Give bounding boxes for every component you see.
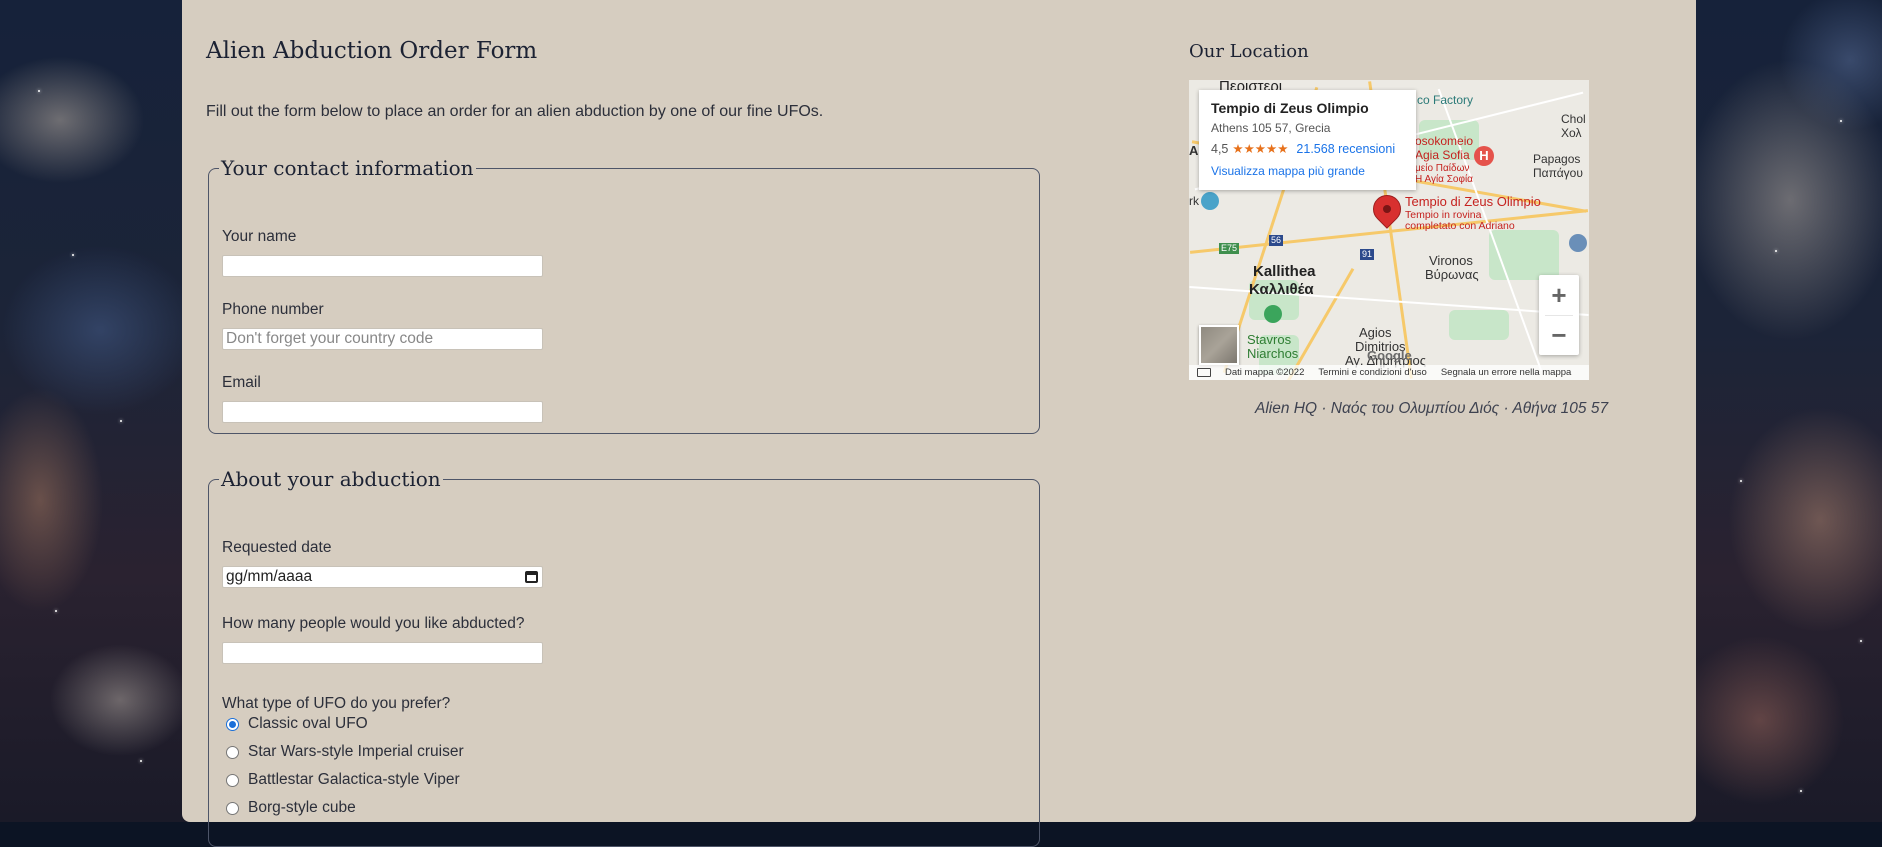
date-value: gg/mm/aaaa <box>226 568 313 585</box>
email-input[interactable] <box>222 401 543 423</box>
intro-text: Fill out the form below to place an orde… <box>206 103 824 120</box>
contact-fieldset: Your contact information Your name Phone… <box>208 156 1040 434</box>
map-label: Papagos <box>1533 152 1581 166</box>
map-label: Tempio di Zeus Olimpio <box>1405 194 1541 209</box>
phone-input[interactable]: Don't forget your country code <box>222 328 543 350</box>
map-label: co Factory <box>1417 93 1474 107</box>
map-label: Chol <box>1561 112 1586 126</box>
ufo-option-label: Battlestar Galactica-style Viper <box>248 771 460 788</box>
star <box>1775 250 1777 252</box>
star <box>38 90 40 92</box>
ufo-option-label: Borg-style cube <box>248 799 356 816</box>
star <box>55 610 57 612</box>
map-marker-icon[interactable] <box>1367 189 1407 229</box>
ufo-option-label: Classic oval UFO <box>248 715 368 732</box>
map-label: Agios <box>1359 325 1392 340</box>
abduction-legend: About your abduction <box>221 467 441 491</box>
name-input[interactable] <box>222 255 543 277</box>
map-label: osokomeio <box>1415 134 1474 148</box>
terms-link[interactable]: Termini e condizioni d'uso <box>1318 367 1426 378</box>
star <box>120 420 122 422</box>
name-label: Your name <box>222 228 297 245</box>
star <box>1840 120 1842 122</box>
contact-legend: Your contact information <box>221 156 474 180</box>
address-caption: Alien HQ · Ναός του Ολυμπίου Διός · Αθήν… <box>1255 400 1609 417</box>
zoom-in-button[interactable]: + <box>1539 275 1579 315</box>
ufo-option-label: Star Wars-style Imperial cruiser <box>248 743 464 760</box>
phone-label: Phone number <box>222 301 324 318</box>
ufo-option-borg[interactable]: Borg-style cube <box>226 799 356 817</box>
star <box>72 254 74 256</box>
page-title: Alien Abduction Order Form <box>206 38 538 64</box>
star <box>140 760 142 762</box>
map-label: A <box>1189 143 1199 158</box>
map-label: Χολ <box>1561 126 1582 140</box>
poi-icon <box>1569 234 1587 252</box>
map-label: Καλλιθέα <box>1249 281 1314 298</box>
date-label: Requested date <box>222 539 332 556</box>
map-label: rk <box>1189 194 1199 208</box>
ufo-option-classic[interactable]: Classic oval UFO <box>226 715 368 733</box>
ufo-option-imperial[interactable]: Star Wars-style Imperial cruiser <box>226 743 464 761</box>
map-park <box>1449 310 1509 340</box>
map-label: completato con Adriano <box>1405 220 1515 232</box>
map-label: Niarchos <box>1247 346 1299 361</box>
zoom-divider <box>1545 315 1573 316</box>
map-label: Παπάγου <box>1533 166 1583 180</box>
satellite-toggle-thumbnail[interactable] <box>1199 325 1239 365</box>
calendar-icon[interactable] <box>525 571 538 583</box>
star <box>1800 790 1802 792</box>
star <box>1860 640 1862 642</box>
map-label: Vironos <box>1429 253 1473 268</box>
people-input[interactable] <box>222 642 543 664</box>
map-label: Βύρωνας <box>1425 267 1479 282</box>
map-info-card: Tempio di Zeus Olimpio Athens 105 57, Gr… <box>1199 90 1416 190</box>
map-road-shield: 56 <box>1269 235 1284 246</box>
map-road-shield: E75 <box>1219 243 1240 254</box>
star-rating-icon: ★★★★★ <box>1232 142 1289 156</box>
email-label: Email <box>222 374 261 391</box>
ufo-label: What type of UFO do you prefer? <box>222 695 451 712</box>
people-label: How many people would you like abducted? <box>222 615 525 632</box>
reviews-link[interactable]: 21.568 recensioni <box>1296 142 1395 156</box>
rating-value: 4,5 <box>1211 141 1229 156</box>
map-label: Agia Sofia <box>1415 148 1470 162</box>
view-larger-map-link[interactable]: Visualizza mappa più grande <box>1211 164 1404 178</box>
report-error-link[interactable]: Segnala un errore nella mappa <box>1441 367 1571 378</box>
map-road-shield: 91 <box>1360 249 1375 260</box>
hospital-icon: H <box>1474 146 1494 166</box>
map-attribution-bar: Dati mappa ©2022 Termini e condizioni d'… <box>1189 365 1589 380</box>
map-label: Kallithea <box>1253 263 1316 280</box>
radio-button[interactable] <box>226 773 239 787</box>
keyboard-icon[interactable] <box>1197 368 1211 377</box>
google-logo: Google <box>1367 348 1412 363</box>
main-panel: Alien Abduction Order Form Fill out the … <box>182 0 1696 847</box>
place-rating: 4,5 ★★★★★ 21.568 recensioni <box>1211 141 1404 157</box>
location-title: Our Location <box>1189 41 1309 62</box>
star <box>1740 480 1742 482</box>
map-zoom-control: + − <box>1539 275 1579 355</box>
google-map[interactable]: Περιστερι co Factory Chol Χολ Papagos Πα… <box>1189 80 1589 380</box>
park-icon <box>1264 305 1282 323</box>
map-data-credit: Dati mappa ©2022 <box>1225 367 1305 378</box>
map-label: Η Αγία Σοφία <box>1415 174 1473 185</box>
date-input[interactable]: gg/mm/aaaa <box>222 566 543 588</box>
ufo-option-viper[interactable]: Battlestar Galactica-style Viper <box>226 771 460 789</box>
radio-button[interactable] <box>226 717 239 731</box>
poi-icon <box>1201 192 1219 210</box>
place-name: Tempio di Zeus Olimpio <box>1211 100 1369 116</box>
radio-button[interactable] <box>226 801 239 815</box>
map-label: Stavros <box>1247 332 1292 347</box>
place-address: Athens 105 57, Grecia <box>1211 121 1331 135</box>
radio-button[interactable] <box>226 745 239 759</box>
abduction-fieldset: About your abduction Requested date gg/m… <box>208 467 1040 847</box>
zoom-out-button[interactable]: − <box>1539 315 1579 355</box>
